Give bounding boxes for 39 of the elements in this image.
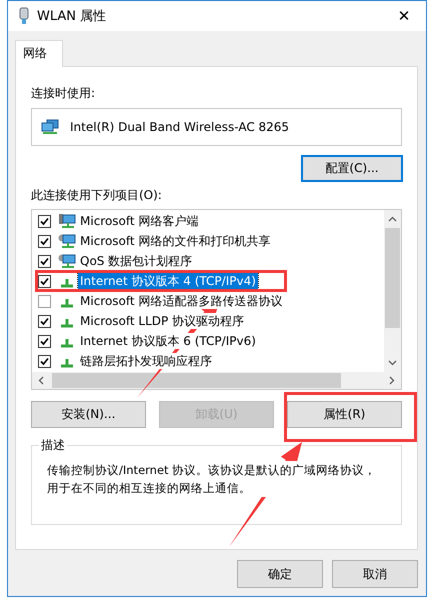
action-button[interactable]: 安装(N)... bbox=[31, 401, 146, 428]
close-button[interactable]: ✕ bbox=[382, 1, 426, 31]
scroll-right-icon[interactable] bbox=[389, 376, 395, 385]
vertical-scrollbar[interactable] bbox=[384, 210, 401, 372]
checkbox[interactable] bbox=[38, 254, 51, 268]
network-client-icon bbox=[58, 213, 76, 229]
scroll-down-icon[interactable] bbox=[388, 360, 397, 366]
checkbox[interactable] bbox=[38, 234, 51, 248]
horizontal-scrollbar[interactable] bbox=[32, 372, 401, 389]
list-item[interactable]: 链路层拓扑发现响应程序 bbox=[78, 353, 214, 369]
network-service-icon bbox=[58, 233, 76, 249]
scroll-up-icon[interactable] bbox=[388, 216, 397, 222]
checkbox[interactable] bbox=[38, 274, 51, 288]
configure-button[interactable]: 配置(C)... bbox=[301, 155, 403, 182]
network-service-icon bbox=[58, 253, 76, 269]
list-item[interactable]: Microsoft 网络适配器多路传送器协议 bbox=[78, 293, 284, 309]
list-item[interactable]: Microsoft 网络的文件和打印机共享 bbox=[78, 233, 272, 249]
checkbox[interactable] bbox=[38, 214, 51, 228]
description-legend: 描述 bbox=[39, 437, 67, 454]
action-button[interactable]: 属性(R) bbox=[287, 401, 402, 428]
checkbox[interactable] bbox=[38, 354, 51, 368]
list-item[interactable]: Microsoft LLDP 协议驱动程序 bbox=[78, 313, 246, 329]
checkbox[interactable] bbox=[38, 334, 51, 348]
dialog-button[interactable]: 确定 bbox=[237, 560, 323, 588]
scroll-left-icon[interactable] bbox=[38, 376, 44, 385]
window-title: WLAN 属性 bbox=[37, 8, 108, 25]
network-monitors-icon bbox=[41, 119, 59, 135]
list-item[interactable]: Internet 协议版本 4 (TCP/IPv4) bbox=[78, 273, 258, 289]
checkbox[interactable] bbox=[38, 294, 51, 308]
checkbox[interactable] bbox=[38, 314, 51, 328]
items-label: 此连接使用下列项目(O): bbox=[31, 187, 163, 204]
list-item[interactable]: QoS 数据包计划程序 bbox=[78, 253, 194, 269]
tab[interactable]: 网络 bbox=[15, 40, 63, 67]
connect-using-label: 连接时使用: bbox=[31, 85, 96, 102]
network-adapter-icon bbox=[19, 7, 29, 25]
list-item[interactable]: Internet 协议版本 6 (TCP/IPv6) bbox=[78, 333, 258, 349]
adapter-name: Intel(R) Dual Band Wireless-AC 8265 bbox=[70, 120, 290, 134]
list-item[interactable]: Microsoft 网络客户端 bbox=[78, 213, 200, 229]
dialog-button[interactable]: 取消 bbox=[332, 560, 418, 588]
